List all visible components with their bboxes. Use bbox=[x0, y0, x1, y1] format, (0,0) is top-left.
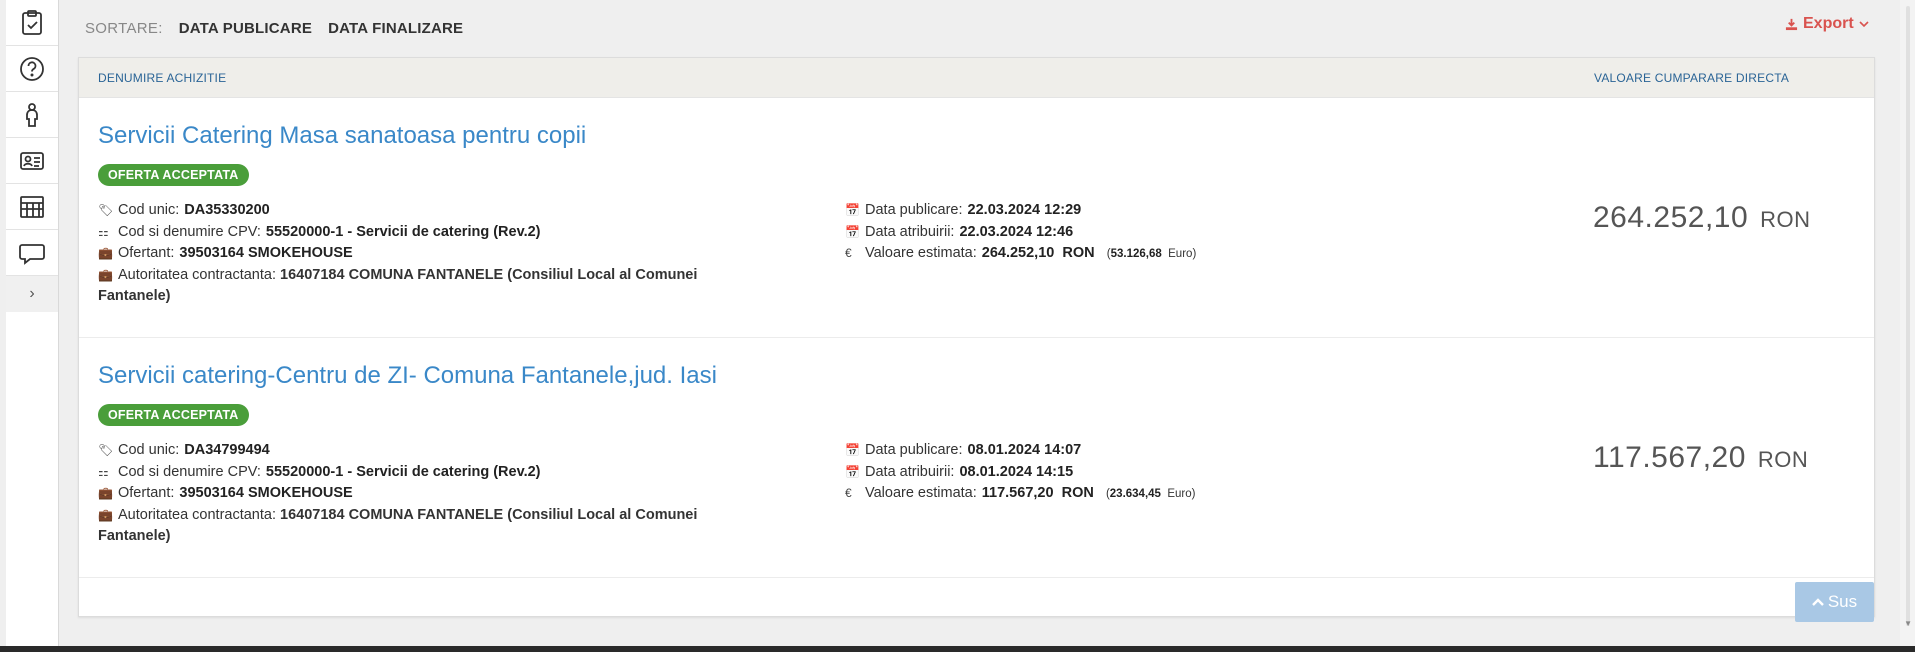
chevron-down-icon bbox=[1859, 21, 1869, 28]
estimated-value-euro: 23.634,45 bbox=[1109, 488, 1161, 500]
briefcase-icon: 💼 bbox=[98, 486, 113, 500]
estimated-value-currency: RON bbox=[1062, 245, 1095, 261]
calendar-icon: 📅 bbox=[845, 464, 860, 479]
calendar-icon: 📅 bbox=[845, 203, 860, 217]
publication-date: 08.01.2024 14:07 bbox=[967, 442, 1082, 458]
status-badge: OFERTA ACCEPTATA bbox=[98, 164, 249, 186]
publication-date: 22.03.2024 12:29 bbox=[967, 202, 1082, 218]
back-to-top-label: Sus bbox=[1827, 592, 1858, 611]
price-amount: 264.252,10 bbox=[1593, 201, 1749, 234]
sort-label: SORTARE: bbox=[85, 19, 163, 37]
briefcase-icon: 💼 bbox=[98, 507, 113, 522]
estimated-value-currency: RON bbox=[1061, 485, 1094, 501]
table-row: Servicii catering-Centru de ZI- Comuna F… bbox=[79, 338, 1874, 578]
sidebar-item-procurement[interactable] bbox=[6, 0, 58, 46]
estimated-value-label: Valoare estimata: bbox=[865, 485, 977, 501]
direct-purchase-value: 264.252,10 RON bbox=[1593, 201, 1811, 235]
bidder-value: 39503164 SMOKEHOUSE bbox=[179, 245, 353, 261]
price-amount: 117.567,20 bbox=[1593, 441, 1746, 474]
award-date-label: Data atribuirii: bbox=[865, 463, 955, 480]
estimated-value-label: Valoare estimata: bbox=[865, 245, 977, 261]
authority-label: Autoritatea contractanta: bbox=[118, 506, 276, 523]
column-header-name[interactable]: DENUMIRE ACHIZITIE bbox=[98, 71, 226, 85]
export-label: Export bbox=[1803, 15, 1854, 32]
sitemap-icon: ⚏ bbox=[98, 464, 109, 479]
unique-code: DA35330200 bbox=[184, 202, 270, 218]
procurement-details: 🏷 Cod unic: DA35330200 ⚏ Cod si denumire CP… bbox=[98, 200, 758, 308]
clipboard-check-icon bbox=[22, 9, 42, 35]
download-icon bbox=[1785, 18, 1798, 30]
scrollbar-thumb[interactable] bbox=[1906, 6, 1910, 626]
price-currency: RON bbox=[1757, 447, 1809, 472]
euro-label: Euro bbox=[1167, 488, 1192, 500]
tag-icon: 🏷 bbox=[98, 443, 114, 457]
procurement-details: 🏷 Cod unic: DA34799494 ⚏ Cod si denumire CP… bbox=[98, 440, 758, 548]
award-date: 22.03.2024 12:46 bbox=[959, 223, 1074, 240]
bidder-label: Ofertant: bbox=[118, 485, 175, 501]
direct-purchase-value: 117.567,20 RON bbox=[1593, 441, 1808, 475]
cpv-label: Cod si denumire CPV: bbox=[118, 223, 261, 240]
award-date: 08.01.2024 14:15 bbox=[959, 463, 1074, 480]
award-date-label: Data atribuirii: bbox=[865, 223, 955, 240]
unique-code: DA34799494 bbox=[184, 442, 270, 458]
sort-by-finalization-date[interactable]: DATA FINALIZARE bbox=[328, 20, 463, 37]
scroll-down-arrow-icon[interactable]: ▼ bbox=[1904, 619, 1912, 628]
help-circle-icon bbox=[20, 56, 44, 81]
window-bottom-edge bbox=[0, 646, 1915, 652]
status-badge: OFERTA ACCEPTATA bbox=[98, 404, 249, 426]
results-panel: DENUMIRE ACHIZITIE VALOARE CUMPARARE DIR… bbox=[78, 57, 1875, 617]
price-currency: RON bbox=[1760, 207, 1811, 232]
chevron-right-icon: › bbox=[29, 285, 35, 302]
cpv-value: 55520000-1 - Servicii de catering (Rev.2… bbox=[265, 223, 541, 240]
calendar-icon: 📅 bbox=[845, 443, 860, 457]
procurement-title-link[interactable]: Servicii Catering Masa sanatoasa pentru … bbox=[98, 122, 586, 150]
euro-icon: € bbox=[845, 486, 852, 500]
chat-bubble-icon bbox=[19, 243, 45, 265]
person-icon bbox=[26, 102, 38, 127]
publication-date-label: Data publicare: bbox=[865, 442, 963, 458]
sort-by-publication-date[interactable]: DATA PUBLICARE bbox=[179, 20, 312, 37]
procurement-dates: 📅 Data publicare: 08.01.2024 14:07 📅 Data a… bbox=[845, 440, 1345, 506]
calendar-grid-icon bbox=[20, 195, 44, 218]
column-header-value[interactable]: VALOARE CUMPARARE DIRECTA bbox=[1594, 71, 1789, 85]
export-button[interactable]: Export bbox=[1785, 15, 1869, 33]
sidebar-item-help[interactable] bbox=[6, 46, 58, 92]
bidder-value: 39503164 SMOKEHOUSE bbox=[179, 485, 353, 501]
estimated-value-euro: 53.126,68 bbox=[1110, 248, 1162, 260]
page-scrollbar[interactable]: ▼ bbox=[1900, 0, 1915, 646]
chevron-up-icon bbox=[1811, 598, 1824, 606]
table-header: DENUMIRE ACHIZITIE VALOARE CUMPARARE DIR… bbox=[79, 58, 1874, 98]
unique-code-label: Cod unic: bbox=[118, 442, 180, 458]
publication-date-label: Data publicare: bbox=[865, 202, 963, 218]
back-to-top-button[interactable]: Sus bbox=[1795, 582, 1874, 622]
table-row: Servicii Catering Masa sanatoasa pentru … bbox=[79, 98, 1874, 338]
euro-label: Euro bbox=[1168, 248, 1193, 260]
bidder-label: Ofertant: bbox=[118, 245, 175, 261]
sidebar-item-person[interactable] bbox=[6, 92, 58, 138]
briefcase-icon: 💼 bbox=[98, 267, 113, 282]
sidebar: › bbox=[6, 0, 59, 646]
briefcase-icon: 💼 bbox=[98, 246, 113, 260]
procurement-title-link[interactable]: Servicii catering-Centru de ZI- Comuna F… bbox=[98, 362, 717, 390]
sidebar-item-messages[interactable] bbox=[6, 230, 58, 276]
estimated-value: 264.252,10 bbox=[981, 245, 1055, 261]
sidebar-item-contacts[interactable] bbox=[6, 138, 58, 184]
unique-code-label: Cod unic: bbox=[118, 202, 180, 218]
procurement-dates: 📅 Data publicare: 22.03.2024 12:29 📅 Data a… bbox=[845, 200, 1345, 266]
estimated-value: 117.567,20 bbox=[981, 485, 1054, 501]
sidebar-expand-toggle[interactable]: › bbox=[6, 276, 58, 312]
cpv-label: Cod si denumire CPV: bbox=[118, 463, 261, 480]
sidebar-item-calendar[interactable] bbox=[6, 184, 58, 230]
tag-icon: 🏷 bbox=[98, 203, 114, 217]
id-card-icon bbox=[20, 151, 44, 170]
calendar-icon: 📅 bbox=[845, 224, 860, 239]
cpv-value: 55520000-1 - Servicii de catering (Rev.2… bbox=[265, 463, 541, 480]
sitemap-icon: ⚏ bbox=[98, 224, 109, 239]
euro-icon: € bbox=[845, 246, 852, 260]
authority-label: Autoritatea contractanta: bbox=[118, 266, 276, 283]
sort-bar: SORTARE: DATA PUBLICARE DATA FINALIZARE bbox=[85, 18, 463, 38]
